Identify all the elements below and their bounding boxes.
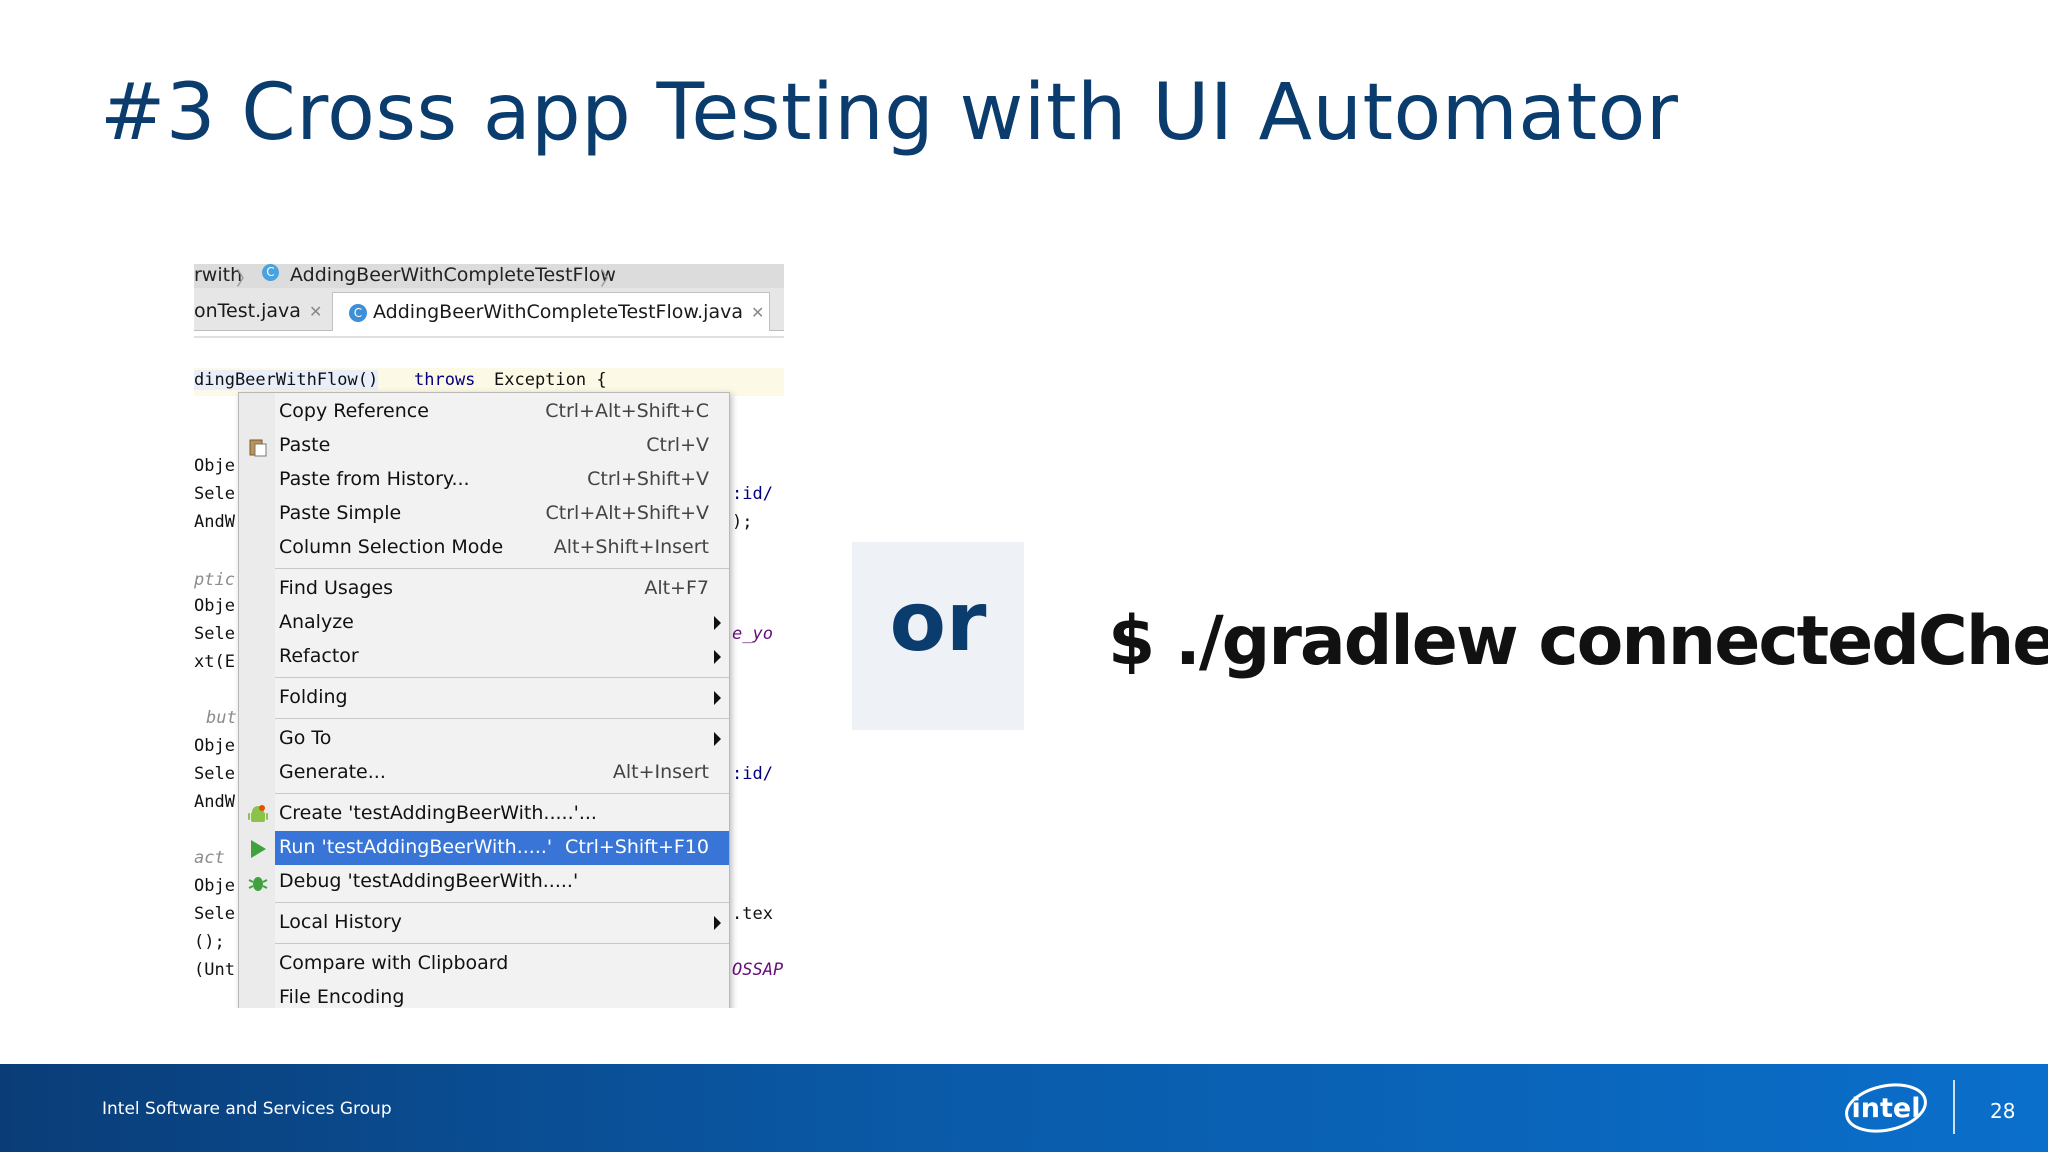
tab-label: AddingBeerWithCompleteTestFlow.java <box>373 301 743 323</box>
menu-item-find-usages[interactable]: Find Usages Alt+F7 <box>239 572 729 606</box>
menu-item-generate[interactable]: Generate... Alt+Insert <box>239 756 729 790</box>
editor-tabbar: onTest.java ✕ C AddingBeerWithCompleteTest… <box>194 288 784 331</box>
code-fragment: Sele <box>194 904 235 924</box>
footer-divider <box>1953 1080 1955 1134</box>
menu-item-paste[interactable]: Paste Ctrl+V <box>239 429 729 463</box>
code-fragment: (); <box>194 932 225 952</box>
menu-separator <box>275 718 729 719</box>
svg-text:intel: intel <box>1852 1093 1921 1124</box>
android-icon <box>247 804 269 826</box>
code-fragment-right: :id/ <box>732 764 773 784</box>
context-menu: Copy Reference Ctrl+Alt+Shift+C Paste Ct… <box>238 392 730 1008</box>
code-fragment-right: e_yo <box>732 624 773 644</box>
breadcrumb-prefix[interactable]: rwith <box>194 264 242 286</box>
breadcrumb-item[interactable]: AddingBeerWithCompleteTestFlow <box>290 264 616 286</box>
code-fragment: Sele <box>194 484 235 504</box>
java-class-icon: C <box>349 303 367 322</box>
run-icon <box>247 838 269 860</box>
submenu-arrow-icon <box>714 616 721 630</box>
footer-group-name: Intel Software and Services Group <box>102 1099 392 1119</box>
menu-item-folding[interactable]: Folding <box>239 681 729 715</box>
ide-screenshot: rwith 〉 C AddingBeerWithCompleteTestFlow… <box>194 264 784 1008</box>
code-fragment: Obje <box>194 876 235 896</box>
menu-item-analyze[interactable]: Analyze <box>239 606 729 640</box>
menu-item-create-test[interactable]: Create 'testAddingBeerWith.....'... <box>239 797 729 831</box>
paste-icon <box>247 436 269 458</box>
menu-separator <box>275 943 729 944</box>
slide-title: #3 Cross app Testing with UI Automator <box>100 68 1679 158</box>
close-icon[interactable]: ✕ <box>309 302 322 321</box>
code-fragment: Obje <box>194 596 235 616</box>
menu-separator <box>275 793 729 794</box>
code-fragment: Sele <box>194 624 235 644</box>
submenu-arrow-icon <box>714 650 721 664</box>
menu-item-run-test[interactable]: Run 'testAddingBeerWith.....' Ctrl+Shift… <box>275 831 729 865</box>
menu-item-compare-with-clipboard[interactable]: Compare with Clipboard <box>239 947 729 981</box>
menu-item-paste-from-history[interactable]: Paste from History... Ctrl+Shift+V <box>239 463 729 497</box>
page-number: 28 <box>1990 1099 2016 1123</box>
breadcrumb: rwith 〉 C AddingBeerWithCompleteTestFlow… <box>194 264 784 290</box>
code-fragment-right: .tex <box>732 904 773 924</box>
intel-logo: intel <box>1842 1080 1928 1136</box>
menu-item-copy-reference[interactable]: Copy Reference Ctrl+Alt+Shift+C <box>239 395 729 429</box>
submenu-arrow-icon <box>714 916 721 930</box>
debug-icon <box>247 872 269 894</box>
code-fragment: ptic <box>194 570 235 590</box>
method-name: dingBeerWithFlow() <box>194 370 379 390</box>
or-label: or <box>889 575 987 670</box>
tab-label: onTest.java <box>194 300 301 322</box>
code-fragment: Sele <box>194 764 235 784</box>
gradle-command: $ ./gradlew connectedCheck <box>1108 602 2048 681</box>
menu-item-debug-test[interactable]: Debug 'testAddingBeerWith.....' <box>239 865 729 899</box>
breadcrumb-separator: 〉 <box>236 268 256 290</box>
code-fragment: xt(E <box>194 652 235 672</box>
editor-divider <box>194 336 784 338</box>
code-fragment: Obje <box>194 736 235 756</box>
menu-separator <box>275 677 729 678</box>
code-fragment-right: ); <box>732 512 753 532</box>
code-fragment-right: OSSAP. <box>732 960 784 980</box>
code-fragment: act <box>194 848 225 868</box>
throws-keyword: throws <box>414 370 476 390</box>
breadcrumb-separator-end: 〉 <box>600 268 620 290</box>
menu-item-local-history[interactable]: Local History <box>239 906 729 940</box>
code-fragment: AndW <box>194 512 235 532</box>
code-fragment: Obje <box>194 456 235 476</box>
submenu-arrow-icon <box>714 691 721 705</box>
menu-item-file-encoding[interactable]: File Encoding <box>239 981 729 1008</box>
code-fragment: AndW <box>194 792 235 812</box>
close-icon[interactable]: ✕ <box>751 303 764 322</box>
code-fragment: (Unt <box>194 960 235 980</box>
menu-item-column-selection-mode[interactable]: Column Selection Mode Alt+Shift+Insert <box>239 531 729 565</box>
menu-separator <box>275 902 729 903</box>
tab-addingbeerwithcompletetestflow[interactable]: C AddingBeerWithCompleteTestFlow.java ✕ <box>332 292 770 331</box>
or-callout: or <box>852 542 1024 730</box>
code-fragment: but <box>206 708 237 728</box>
code-fragment-right: :id/ <box>732 484 773 504</box>
menu-item-paste-simple[interactable]: Paste Simple Ctrl+Alt+Shift+V <box>239 497 729 531</box>
menu-separator <box>275 568 729 569</box>
tab-ontest[interactable]: onTest.java ✕ <box>194 292 322 330</box>
menu-item-refactor[interactable]: Refactor <box>239 640 729 674</box>
menu-item-go-to[interactable]: Go To <box>239 722 729 756</box>
signature-rest: Exception { <box>494 370 607 390</box>
submenu-arrow-icon <box>714 732 721 746</box>
